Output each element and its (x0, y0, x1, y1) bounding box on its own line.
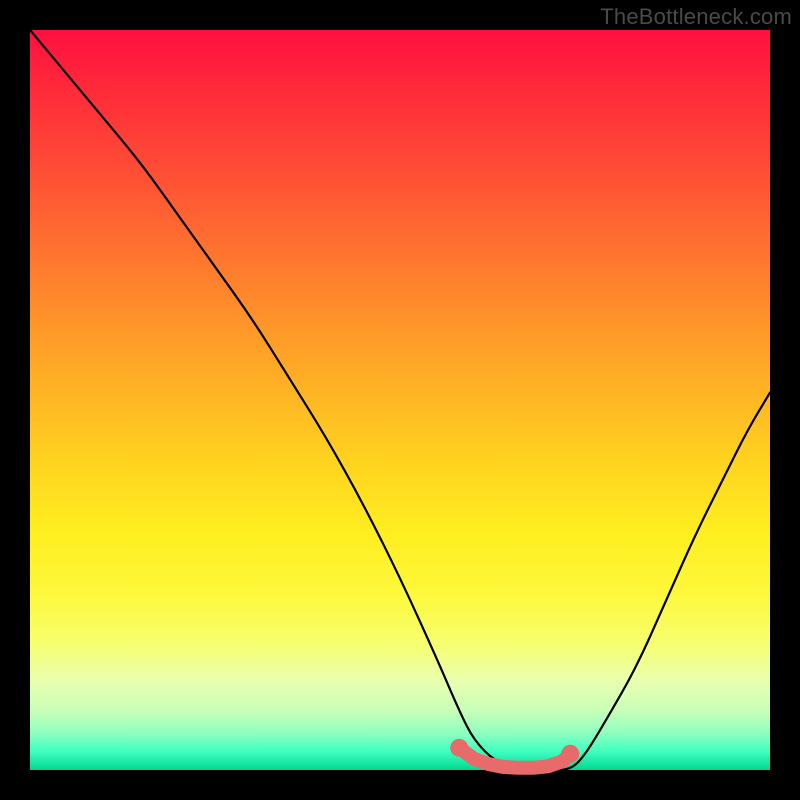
chart-frame: TheBottleneck.com (0, 0, 800, 800)
optimal-range-markers (450, 739, 579, 768)
chart-svg (30, 30, 770, 770)
watermark-text: TheBottleneck.com (600, 4, 792, 30)
optimal-range-marker (450, 739, 468, 757)
optimal-range-trail (459, 748, 570, 768)
optimal-range-marker (561, 745, 579, 763)
bottleneck-curve (30, 30, 770, 770)
